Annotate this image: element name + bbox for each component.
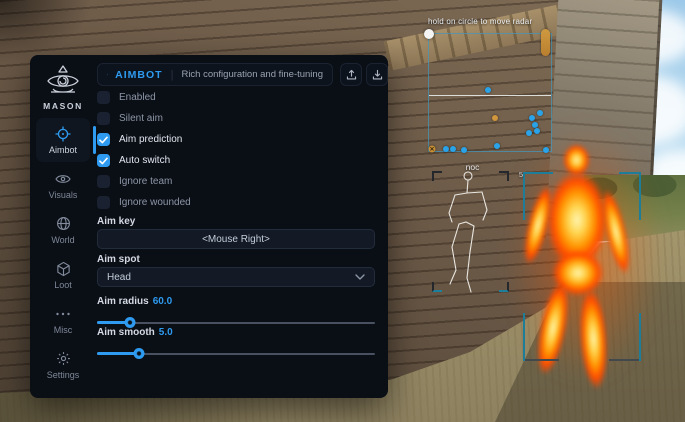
checkbox-ignore-wounded[interactable]: [97, 196, 110, 209]
menu-content: AIMBOT | Rich configuration and fine-tun…: [96, 55, 388, 398]
aim-spot-select[interactable]: Head: [97, 267, 375, 287]
cloud: [645, 150, 685, 195]
brand-label: MASON: [43, 101, 83, 111]
radar-blip-dead: [429, 146, 436, 153]
checkbox-row-auto-switch[interactable]: Auto switch: [97, 150, 347, 171]
section-title: AIMBOT: [115, 69, 162, 81]
radar-marker-capsule: [541, 29, 550, 56]
chams-left-arm: [518, 183, 557, 267]
checkbox-silent-aim[interactable]: [97, 112, 110, 125]
sidebar-item-settings[interactable]: Settings: [36, 343, 90, 387]
upload-icon: [345, 68, 358, 81]
radar-blip-blue: [461, 147, 467, 153]
sidebar: MASON AimbotVisualsWorldLootMiscSettings: [30, 55, 96, 398]
skeleton-esp: noc 5: [430, 163, 515, 298]
game-screen: noc 5 hold on circle to move radar: [0, 0, 685, 422]
dots-icon: [55, 305, 71, 322]
checkbox-row-ignore-wounded[interactable]: Ignore wounded: [97, 192, 347, 213]
chams-hips: [552, 250, 604, 296]
esp-box: [523, 172, 641, 361]
chams-right-arm: [596, 187, 635, 277]
aim-smooth-slider-handle[interactable]: [133, 348, 144, 359]
aim-smooth-label: Aim smooth: [97, 327, 155, 338]
radar-blip-blue: [485, 87, 491, 93]
section-subtitle: Rich configuration and fine-tuning: [181, 69, 323, 80]
radar-hint: hold on circle to move radar: [428, 17, 628, 26]
radar-blip-blue: [529, 115, 535, 121]
chams-torso: [546, 170, 608, 270]
chevron-down-icon: [355, 274, 365, 280]
aim-smooth-value: 5.0: [159, 327, 173, 338]
checkbox-row-silent-aim[interactable]: Silent aim: [97, 108, 347, 129]
checkbox-aim-prediction[interactable]: [97, 133, 110, 146]
aim-key-value: <Mouse Right>: [202, 234, 270, 245]
chams-right-leg: [576, 287, 610, 391]
mason-logo-icon: [45, 64, 81, 98]
export-config-button[interactable]: [340, 63, 362, 86]
aim-spot-value: Head: [107, 272, 131, 283]
chams-glow: [508, 124, 662, 382]
radar-line: [429, 95, 551, 96]
checkbox-row-aim-prediction[interactable]: Aim prediction: [97, 129, 347, 150]
download-icon: [371, 68, 384, 81]
cloud: [600, 75, 685, 145]
radar-blip-blue: [526, 130, 532, 136]
crosshair-icon: [55, 125, 71, 142]
radar-blip-orange: [492, 115, 498, 121]
chams-left-leg: [531, 278, 575, 377]
radar-blip-blue: [450, 146, 456, 152]
player-chams: [522, 138, 648, 368]
ground-shadow: [495, 282, 685, 422]
checkbox-enabled[interactable]: [97, 91, 110, 104]
aim-radius-value: 60.0: [153, 296, 172, 307]
aim-key-label: Aim key: [97, 216, 135, 227]
radar-blip-blue: [543, 147, 549, 153]
radar-blip-blue: [494, 143, 500, 149]
eye-icon: [55, 170, 71, 187]
checkbox-row-enabled[interactable]: Enabled: [97, 87, 347, 108]
header-separator: |: [171, 69, 174, 81]
sidebar-item-aimbot[interactable]: Aimbot: [36, 118, 90, 162]
cheat-menu-panel: MASON AimbotVisualsWorldLootMiscSettings…: [30, 55, 388, 398]
globe-icon: [56, 215, 71, 232]
radar-blip-blue: [443, 146, 449, 152]
sidebar-item-visuals[interactable]: Visuals: [36, 163, 90, 207]
sidebar-item-misc[interactable]: Misc: [36, 298, 90, 342]
sidebar-item-world[interactable]: World: [36, 208, 90, 252]
aim-radius-label: Aim radius: [97, 296, 149, 307]
section-header: AIMBOT | Rich configuration and fine-tun…: [97, 63, 333, 86]
sidebar-item-loot[interactable]: Loot: [36, 253, 90, 297]
radar-blip-blue: [534, 128, 540, 134]
esp-distance: 5: [519, 170, 523, 179]
aim-smooth-field: Aim smooth 5.0: [97, 322, 375, 359]
checkbox-row-ignore-team[interactable]: Ignore team: [97, 171, 347, 192]
spinner-ring-icon: [107, 68, 108, 81]
radar: [428, 33, 552, 152]
brand: MASON: [43, 55, 83, 111]
radar-blip-blue: [537, 110, 543, 116]
checkbox-auto-switch[interactable]: [97, 154, 110, 167]
esp-bracket: [432, 171, 509, 292]
radar-drag-handle[interactable]: [424, 29, 434, 39]
esp-player-name: noc: [466, 162, 480, 172]
checkbox-ignore-team[interactable]: [97, 175, 110, 188]
skeleton-lines: [430, 163, 515, 298]
aim-key-button[interactable]: <Mouse Right>: [97, 229, 375, 249]
aim-spot-label: Aim spot: [97, 254, 140, 265]
box-icon: [56, 260, 71, 277]
aim-smooth-slider[interactable]: [97, 348, 375, 359]
gear-icon: [56, 350, 71, 367]
import-config-button[interactable]: [366, 63, 388, 86]
chams-head: [563, 144, 590, 176]
